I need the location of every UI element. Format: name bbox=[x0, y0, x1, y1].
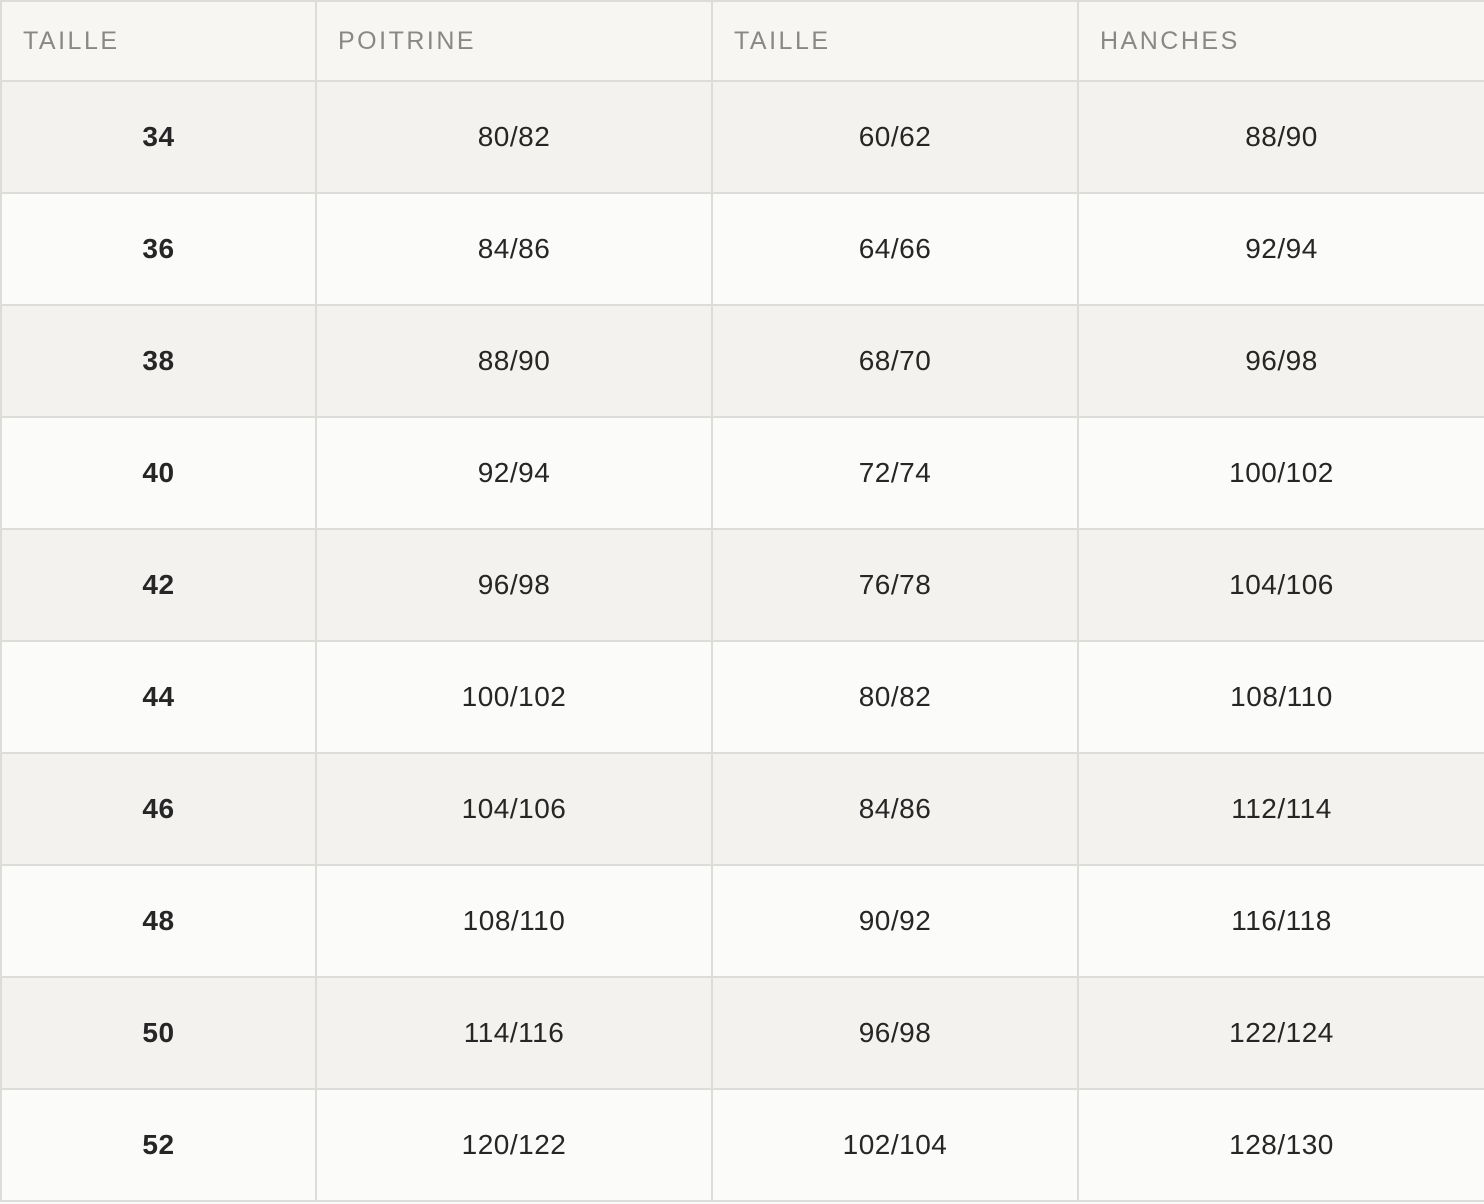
hanches-cell: 100/102 bbox=[1077, 416, 1484, 530]
size-cell: 42 bbox=[0, 528, 317, 642]
poitrine-cell: 120/122 bbox=[315, 1088, 713, 1202]
size-cell: 46 bbox=[0, 752, 317, 866]
poitrine-cell: 84/86 bbox=[315, 192, 713, 306]
poitrine-cell: 88/90 bbox=[315, 304, 713, 418]
size-cell: 50 bbox=[0, 976, 317, 1090]
taille-cell: 84/86 bbox=[711, 752, 1079, 866]
poitrine-cell: 96/98 bbox=[315, 528, 713, 642]
hanches-cell: 88/90 bbox=[1077, 80, 1484, 194]
table-row: 48 108/110 90/92 116/118 bbox=[0, 864, 1484, 978]
poitrine-cell: 114/116 bbox=[315, 976, 713, 1090]
header-poitrine: POITRINE bbox=[315, 0, 713, 82]
table-row: 34 80/82 60/62 88/90 bbox=[0, 80, 1484, 194]
table-row: 38 88/90 68/70 96/98 bbox=[0, 304, 1484, 418]
header-row: TAILLE POITRINE TAILLE HANCHES bbox=[0, 0, 1484, 82]
table-row: 50 114/116 96/98 122/124 bbox=[0, 976, 1484, 1090]
hanches-cell: 128/130 bbox=[1077, 1088, 1484, 1202]
taille-cell: 60/62 bbox=[711, 80, 1079, 194]
hanches-cell: 112/114 bbox=[1077, 752, 1484, 866]
taille-cell: 76/78 bbox=[711, 528, 1079, 642]
hanches-cell: 104/106 bbox=[1077, 528, 1484, 642]
size-chart-table: TAILLE POITRINE TAILLE HANCHES 34 80/82 … bbox=[0, 0, 1484, 1202]
size-cell: 40 bbox=[0, 416, 317, 530]
size-cell: 44 bbox=[0, 640, 317, 754]
taille-cell: 80/82 bbox=[711, 640, 1079, 754]
table-row: 46 104/106 84/86 112/114 bbox=[0, 752, 1484, 866]
size-cell: 36 bbox=[0, 192, 317, 306]
size-cell: 48 bbox=[0, 864, 317, 978]
hanches-cell: 122/124 bbox=[1077, 976, 1484, 1090]
taille-cell: 72/74 bbox=[711, 416, 1079, 530]
taille-cell: 90/92 bbox=[711, 864, 1079, 978]
taille-cell: 64/66 bbox=[711, 192, 1079, 306]
table-body: 34 80/82 60/62 88/90 36 84/86 64/66 92/9… bbox=[0, 80, 1484, 1202]
taille-cell: 96/98 bbox=[711, 976, 1079, 1090]
size-cell: 34 bbox=[0, 80, 317, 194]
header-taille-size: TAILLE bbox=[0, 0, 317, 82]
hanches-cell: 116/118 bbox=[1077, 864, 1484, 978]
header-hanches: HANCHES bbox=[1077, 0, 1484, 82]
hanches-cell: 92/94 bbox=[1077, 192, 1484, 306]
table-row: 44 100/102 80/82 108/110 bbox=[0, 640, 1484, 754]
table-row: 52 120/122 102/104 128/130 bbox=[0, 1088, 1484, 1202]
poitrine-cell: 104/106 bbox=[315, 752, 713, 866]
size-cell: 52 bbox=[0, 1088, 317, 1202]
poitrine-cell: 92/94 bbox=[315, 416, 713, 530]
header-taille-waist: TAILLE bbox=[711, 0, 1079, 82]
taille-cell: 68/70 bbox=[711, 304, 1079, 418]
table-row: 40 92/94 72/74 100/102 bbox=[0, 416, 1484, 530]
table-row: 36 84/86 64/66 92/94 bbox=[0, 192, 1484, 306]
taille-cell: 102/104 bbox=[711, 1088, 1079, 1202]
poitrine-cell: 100/102 bbox=[315, 640, 713, 754]
table-row: 42 96/98 76/78 104/106 bbox=[0, 528, 1484, 642]
poitrine-cell: 80/82 bbox=[315, 80, 713, 194]
hanches-cell: 96/98 bbox=[1077, 304, 1484, 418]
size-cell: 38 bbox=[0, 304, 317, 418]
hanches-cell: 108/110 bbox=[1077, 640, 1484, 754]
table-header: TAILLE POITRINE TAILLE HANCHES bbox=[0, 0, 1484, 82]
poitrine-cell: 108/110 bbox=[315, 864, 713, 978]
